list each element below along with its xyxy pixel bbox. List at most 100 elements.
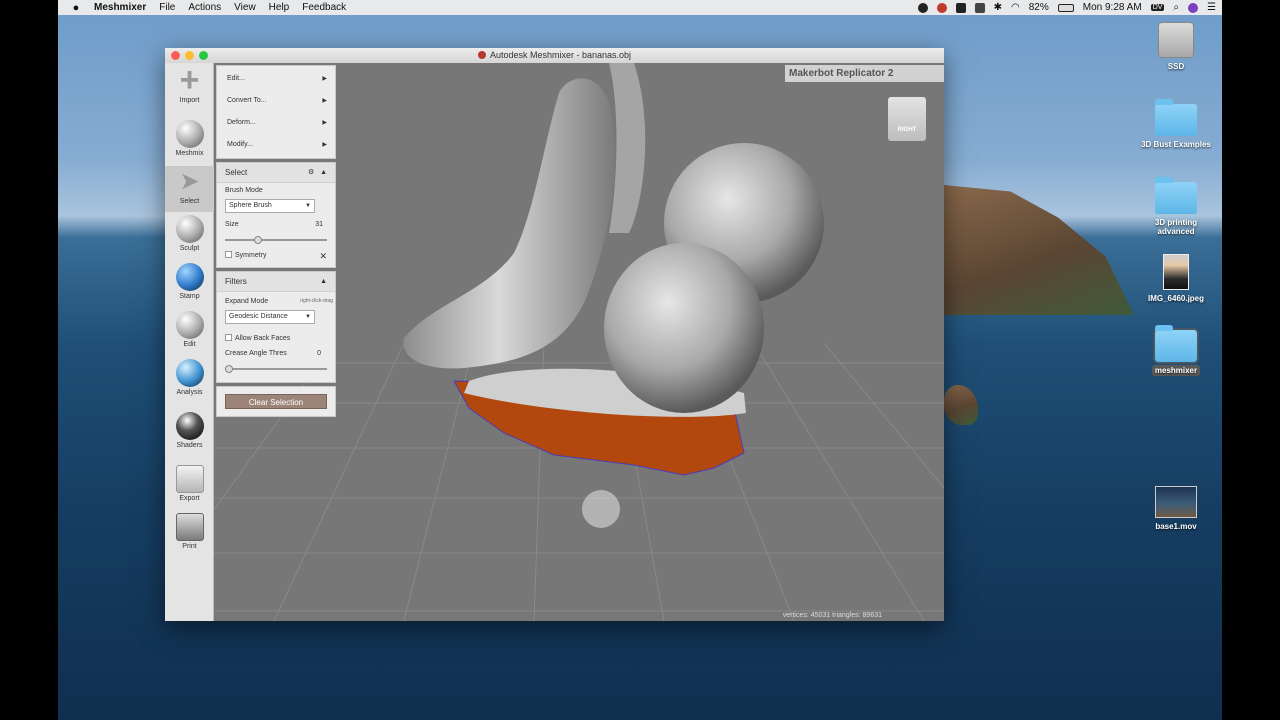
apple-icon[interactable]: ● [58, 2, 94, 14]
desktop-icon-label: meshmixer [1151, 365, 1201, 376]
desktop-icon-img-6460[interactable]: IMG_6460.jpeg [1136, 254, 1216, 303]
view-cube[interactable]: RIGHT [888, 97, 926, 141]
export-icon [175, 465, 204, 493]
clear-selection-box: Clear Selection [216, 386, 336, 417]
expand-mode-select[interactable]: Geodesic Distance ▼ [225, 310, 315, 324]
tool-label: Select [179, 198, 200, 205]
airplay-icon[interactable] [955, 2, 966, 13]
title-bar[interactable]: Autodesk Meshmixer - bananas.obj [165, 48, 944, 63]
menu-modify[interactable]: Modify... ▶ [217, 134, 335, 156]
brush-mode-label: Brush Mode [225, 187, 263, 194]
printer-icon [175, 513, 204, 541]
bluetooth-icon[interactable]: ✱ [994, 2, 1002, 13]
user-badge[interactable]: DV [1150, 4, 1165, 11]
tool-sidebar: + Import Meshmix ➤ Select Sculpt Stamp E… [165, 63, 214, 621]
sculpt-brush-icon [175, 215, 204, 243]
minimize-button[interactable] [185, 51, 194, 60]
tool-meshmix[interactable]: Meshmix [165, 120, 214, 157]
select-panel-header[interactable]: Select ⚙ ▲ [217, 163, 335, 183]
menu-view[interactable]: View [234, 2, 256, 13]
tool-label: Shaders [176, 442, 203, 449]
crease-value: 0 [317, 350, 321, 357]
menu-feedback[interactable]: Feedback [302, 2, 346, 13]
collapse-icon[interactable]: ▲ [320, 169, 327, 176]
menu-app[interactable]: Meshmixer [94, 2, 146, 13]
folder-icon [1155, 177, 1197, 214]
size-value: 31 [315, 221, 323, 228]
control-center-icon[interactable]: ☰ [1207, 2, 1216, 13]
sphere-brush-cursor [582, 490, 620, 528]
desktop-icon-base1-mov[interactable]: base1.mov [1136, 486, 1216, 531]
siri-icon[interactable] [1188, 2, 1199, 13]
printer-dropdown[interactable]: Makerbot Replicator 2 ▼ [785, 65, 944, 82]
movie-thumbnail-icon [1155, 486, 1197, 518]
menu-actions[interactable]: Actions [188, 2, 221, 13]
crease-slider-handle[interactable] [225, 365, 233, 373]
collapse-icon[interactable]: ▲ [320, 272, 327, 292]
tool-import[interactable]: + Import [165, 63, 214, 104]
tool-shaders[interactable]: Shaders [165, 412, 214, 449]
desktop-icon-meshmixer[interactable]: meshmixer [1136, 325, 1216, 376]
folder-icon [1155, 99, 1197, 136]
desktop-icon-3d-bust-examples[interactable]: 3D Bust Examples [1136, 99, 1216, 149]
desktop-icon-label: SSD [1167, 62, 1185, 71]
crease-row: Crease Angle Thres 0 [217, 346, 335, 362]
size-label: Size [225, 221, 239, 228]
filters-panel: Filters ▲ Expand Mode right-click-drag G… [216, 271, 336, 383]
expand-mode-row: Expand Mode right-click-drag [217, 294, 335, 310]
tool-label: Meshmix [175, 150, 204, 157]
allow-back-faces-checkbox[interactable] [225, 334, 232, 341]
menu-convert-to[interactable]: Convert To... ▶ [217, 90, 335, 112]
desktop-icon-label: 3D Bust Examples [1141, 140, 1211, 149]
screen-icon[interactable] [974, 2, 985, 13]
tool-label: Edit [183, 341, 196, 348]
expand-mode-label: Expand Mode [225, 298, 269, 305]
tool-select[interactable]: ➤ Select [165, 166, 214, 212]
menu-help[interactable]: Help [269, 2, 290, 13]
size-slider[interactable] [225, 236, 327, 244]
menu-label: Edit... [227, 75, 245, 82]
island-rock-small [944, 385, 978, 425]
search-icon[interactable]: ⌕ [1173, 2, 1179, 13]
menu-deform[interactable]: Deform... ▶ [217, 112, 335, 134]
tool-export[interactable]: Export [165, 465, 214, 502]
zoom-button[interactable] [199, 51, 208, 60]
chevron-down-icon: ▼ [305, 203, 311, 209]
back-faces-row: Allow Back Faces [217, 330, 335, 346]
tool-label: Import [179, 97, 200, 104]
tool-edit[interactable]: Edit [165, 311, 214, 348]
record-icon[interactable] [917, 2, 928, 13]
view-cube-label: RIGHT [897, 127, 917, 133]
tool-stamp[interactable]: Stamp [165, 263, 214, 300]
symmetry-checkbox[interactable] [225, 251, 232, 258]
wifi-icon[interactable]: ◠ [1011, 2, 1020, 13]
creative-cloud-icon[interactable] [936, 2, 947, 13]
chevron-right-icon: ▶ [322, 142, 327, 148]
banana-mesh [403, 78, 615, 369]
menu-file[interactable]: File [159, 2, 175, 13]
desktop-icon-ssd[interactable]: SSD [1136, 22, 1216, 71]
close-button[interactable] [171, 51, 180, 60]
crease-slider[interactable] [225, 365, 327, 373]
menu-box: Edit... ▶ Convert To... ▶ Deform... ▶ Modif… [216, 65, 336, 159]
filters-panel-header[interactable]: Filters ▲ [217, 272, 335, 292]
size-slider-handle[interactable] [253, 236, 262, 244]
desktop-icon-3d-printing-advanced[interactable]: 3D printing advanced [1136, 177, 1216, 236]
tool-print[interactable]: Print [165, 513, 214, 550]
tool-analysis[interactable]: Analysis [165, 359, 214, 396]
clock[interactable]: Mon 9:28 AM [1083, 2, 1142, 13]
tool-sculpt[interactable]: Sculpt [165, 215, 214, 252]
island-rock [944, 185, 1134, 315]
battery-icon[interactable] [1057, 3, 1074, 12]
expand-mode-hint: right-click-drag [300, 298, 333, 304]
clear-selection-button[interactable]: Clear Selection [225, 394, 327, 409]
analysis-icon [175, 359, 204, 387]
folder-icon [1153, 325, 1199, 364]
menu-bar: ● Meshmixer File Actions View Help Feedb… [58, 0, 1222, 15]
brush-mode-select[interactable]: Sphere Brush ▼ [225, 199, 315, 213]
gear-icon[interactable]: ⚙ [308, 169, 314, 176]
symmetry-tool-icon[interactable]: ✕ [319, 251, 327, 262]
desktop: ● Meshmixer File Actions View Help Feedb… [58, 0, 1222, 720]
battery-percent[interactable]: 82% [1029, 2, 1049, 13]
menu-edit[interactable]: Edit... ▶ [217, 68, 335, 90]
